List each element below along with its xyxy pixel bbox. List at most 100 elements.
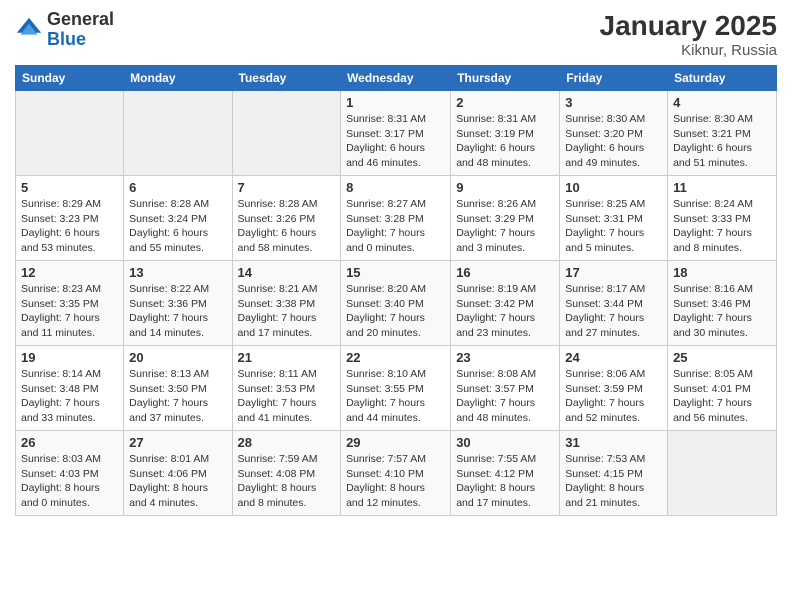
day-number: 19 [21, 350, 118, 365]
day-number: 20 [129, 350, 226, 365]
table-row: 16Sunrise: 8:19 AM Sunset: 3:42 PM Dayli… [451, 261, 560, 346]
calendar-week-1: 1 Sunrise: 8:31 AM Sunset: 3:17 PM Daylig… [16, 91, 777, 176]
table-row: 22 Sunrise: 8:10 AM Sunset: 3:55 PM Dayli… [341, 346, 451, 431]
day-info: Sunrise: 8:16 AM Sunset: 3:46 PM Dayligh… [673, 282, 771, 341]
table-row [668, 431, 777, 516]
table-row: 9Sunrise: 8:26 AM Sunset: 3:29 PM Daylig… [451, 176, 560, 261]
day-number: 25 [673, 350, 771, 365]
day-info: Sunrise: 8:06 AM Sunset: 3:59 PM Dayligh… [565, 367, 662, 426]
header-monday: Monday [124, 66, 232, 91]
table-row: 24 Sunrise: 8:06 AM Sunset: 3:59 PM Dayli… [560, 346, 668, 431]
day-number: 31 [565, 435, 662, 450]
table-row: 18 Sunrise: 8:16 AM Sunset: 3:46 PM Dayli… [668, 261, 777, 346]
table-row: 30 Sunrise: 7:55 AM Sunset: 4:12 PM Dayli… [451, 431, 560, 516]
day-number: 1 [346, 95, 445, 110]
day-info: Sunrise: 8:21 AM Sunset: 3:38 PM Dayligh… [238, 282, 336, 341]
calendar-week-3: 12Sunrise: 8:23 AM Sunset: 3:35 PM Dayli… [16, 261, 777, 346]
day-info: Sunrise: 8:23 AM Sunset: 3:35 PM Dayligh… [21, 282, 118, 341]
logo-icon [15, 16, 43, 44]
header-thursday: Thursday [451, 66, 560, 91]
day-info: Sunrise: 7:55 AM Sunset: 4:12 PM Dayligh… [456, 452, 554, 511]
logo-general-text: General [47, 9, 114, 29]
header-saturday: Saturday [668, 66, 777, 91]
table-row: 3 Sunrise: 8:30 AM Sunset: 3:20 PM Daylig… [560, 91, 668, 176]
table-row: 26Sunrise: 8:03 AM Sunset: 4:03 PM Dayli… [16, 431, 124, 516]
table-row: 8 Sunrise: 8:27 AM Sunset: 3:28 PM Daylig… [341, 176, 451, 261]
logo-text: General Blue [47, 10, 114, 50]
day-number: 2 [456, 95, 554, 110]
table-row: 14 Sunrise: 8:21 AM Sunset: 3:38 PM Dayli… [232, 261, 341, 346]
day-number: 27 [129, 435, 226, 450]
day-number: 30 [456, 435, 554, 450]
table-row [232, 91, 341, 176]
day-info: Sunrise: 8:05 AM Sunset: 4:01 PM Dayligh… [673, 367, 771, 426]
day-number: 23 [456, 350, 554, 365]
calendar-week-2: 5 Sunrise: 8:29 AM Sunset: 3:23 PM Daylig… [16, 176, 777, 261]
day-info: Sunrise: 8:14 AM Sunset: 3:48 PM Dayligh… [21, 367, 118, 426]
day-number: 11 [673, 180, 771, 195]
table-row: 23 Sunrise: 8:08 AM Sunset: 3:57 PM Dayli… [451, 346, 560, 431]
day-number: 6 [129, 180, 226, 195]
month-title: January 2025 [600, 10, 777, 42]
day-info: Sunrise: 8:28 AM Sunset: 3:26 PM Dayligh… [238, 197, 336, 256]
day-number: 28 [238, 435, 336, 450]
page-container: General Blue January 2025 Kiknur, Russia… [0, 0, 792, 526]
table-row: 5 Sunrise: 8:29 AM Sunset: 3:23 PM Daylig… [16, 176, 124, 261]
day-info: Sunrise: 8:10 AM Sunset: 3:55 PM Dayligh… [346, 367, 445, 426]
table-row: 25 Sunrise: 8:05 AM Sunset: 4:01 PM Dayli… [668, 346, 777, 431]
day-info: Sunrise: 8:30 AM Sunset: 3:21 PM Dayligh… [673, 112, 771, 171]
day-info: Sunrise: 8:28 AM Sunset: 3:24 PM Dayligh… [129, 197, 226, 256]
day-info: Sunrise: 8:27 AM Sunset: 3:28 PM Dayligh… [346, 197, 445, 256]
day-number: 22 [346, 350, 445, 365]
day-info: Sunrise: 8:17 AM Sunset: 3:44 PM Dayligh… [565, 282, 662, 341]
day-info: Sunrise: 8:08 AM Sunset: 3:57 PM Dayligh… [456, 367, 554, 426]
table-row: 31Sunrise: 7:53 AM Sunset: 4:15 PM Dayli… [560, 431, 668, 516]
day-number: 24 [565, 350, 662, 365]
location-title: Kiknur, Russia [600, 42, 777, 59]
day-info: Sunrise: 8:11 AM Sunset: 3:53 PM Dayligh… [238, 367, 336, 426]
day-info: Sunrise: 8:31 AM Sunset: 3:17 PM Dayligh… [346, 112, 445, 171]
table-row: 27 Sunrise: 8:01 AM Sunset: 4:06 PM Dayli… [124, 431, 232, 516]
day-number: 10 [565, 180, 662, 195]
day-info: Sunrise: 8:31 AM Sunset: 3:19 PM Dayligh… [456, 112, 554, 171]
day-number: 13 [129, 265, 226, 280]
day-info: Sunrise: 8:20 AM Sunset: 3:40 PM Dayligh… [346, 282, 445, 341]
calendar-week-5: 26Sunrise: 8:03 AM Sunset: 4:03 PM Dayli… [16, 431, 777, 516]
header-friday: Friday [560, 66, 668, 91]
day-number: 21 [238, 350, 336, 365]
day-info: Sunrise: 8:29 AM Sunset: 3:23 PM Dayligh… [21, 197, 118, 256]
day-info: Sunrise: 8:03 AM Sunset: 4:03 PM Dayligh… [21, 452, 118, 511]
logo-blue-text: Blue [47, 29, 86, 49]
day-number: 17 [565, 265, 662, 280]
table-row: 1 Sunrise: 8:31 AM Sunset: 3:17 PM Daylig… [341, 91, 451, 176]
day-info: Sunrise: 8:22 AM Sunset: 3:36 PM Dayligh… [129, 282, 226, 341]
table-row: 2 Sunrise: 8:31 AM Sunset: 3:19 PM Daylig… [451, 91, 560, 176]
day-number: 8 [346, 180, 445, 195]
day-info: Sunrise: 8:30 AM Sunset: 3:20 PM Dayligh… [565, 112, 662, 171]
calendar-table: Sunday Monday Tuesday Wednesday Thursday… [15, 65, 777, 516]
day-info: Sunrise: 8:25 AM Sunset: 3:31 PM Dayligh… [565, 197, 662, 256]
day-number: 29 [346, 435, 445, 450]
table-row: 15Sunrise: 8:20 AM Sunset: 3:40 PM Dayli… [341, 261, 451, 346]
day-info: Sunrise: 8:24 AM Sunset: 3:33 PM Dayligh… [673, 197, 771, 256]
table-row: 29 Sunrise: 7:57 AM Sunset: 4:10 PM Dayli… [341, 431, 451, 516]
table-row: 6 Sunrise: 8:28 AM Sunset: 3:24 PM Daylig… [124, 176, 232, 261]
day-number: 3 [565, 95, 662, 110]
day-number: 14 [238, 265, 336, 280]
calendar-week-4: 19 Sunrise: 8:14 AM Sunset: 3:48 PM Dayli… [16, 346, 777, 431]
day-number: 5 [21, 180, 118, 195]
day-info: Sunrise: 8:01 AM Sunset: 4:06 PM Dayligh… [129, 452, 226, 511]
day-number: 18 [673, 265, 771, 280]
day-info: Sunrise: 8:13 AM Sunset: 3:50 PM Dayligh… [129, 367, 226, 426]
table-row: 13 Sunrise: 8:22 AM Sunset: 3:36 PM Dayli… [124, 261, 232, 346]
day-number: 4 [673, 95, 771, 110]
day-number: 7 [238, 180, 336, 195]
table-row: 21 Sunrise: 8:11 AM Sunset: 3:53 PM Dayli… [232, 346, 341, 431]
table-row: 19 Sunrise: 8:14 AM Sunset: 3:48 PM Dayli… [16, 346, 124, 431]
table-row [16, 91, 124, 176]
logo: General Blue [15, 10, 114, 50]
table-row: 4 Sunrise: 8:30 AM Sunset: 3:21 PM Daylig… [668, 91, 777, 176]
table-row: 20 Sunrise: 8:13 AM Sunset: 3:50 PM Dayli… [124, 346, 232, 431]
title-block: January 2025 Kiknur, Russia [600, 10, 777, 59]
day-info: Sunrise: 7:57 AM Sunset: 4:10 PM Dayligh… [346, 452, 445, 511]
